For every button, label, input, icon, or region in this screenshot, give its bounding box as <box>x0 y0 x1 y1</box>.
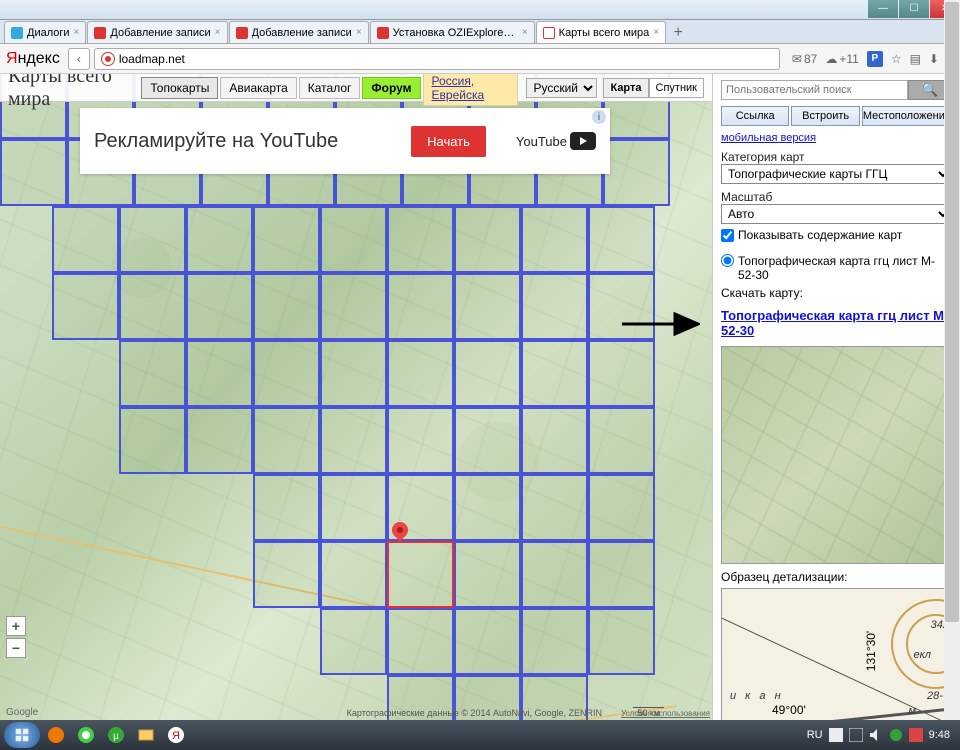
browser-tab[interactable]: Диалоги× <box>4 21 86 43</box>
ad-banner[interactable]: i Рекламируйте на YouTube Начать YouTube <box>80 108 610 174</box>
browser-tab[interactable]: Добавление записи× <box>87 21 227 43</box>
nav-region[interactable]: Россия, Еврейска <box>423 74 519 106</box>
tab-close-icon[interactable]: × <box>522 27 528 38</box>
windows-taskbar: µ Я RU 9:48 <box>0 720 960 750</box>
language-select[interactable]: Русский <box>526 78 597 98</box>
window-titlebar: — ☐ ✕ <box>0 0 960 20</box>
window-minimize-button[interactable]: — <box>868 0 898 18</box>
map-viewport[interactable]: Карты всего мира Топокарты Авиакарта Кат… <box>0 74 712 720</box>
download-link[interactable]: Топографическая карта ггц лист M-52-30 <box>721 308 952 338</box>
youtube-icon <box>570 132 596 150</box>
tab-close-icon[interactable]: × <box>356 27 362 38</box>
url-text: loadmap.net <box>119 52 185 66</box>
nav-forum[interactable]: Форум <box>362 77 420 99</box>
ad-headline: Рекламируйте на YouTube <box>94 130 411 153</box>
google-search-input[interactable] <box>721 80 908 100</box>
download-icon[interactable]: ⬇ <box>929 52 939 66</box>
tab-close-icon[interactable]: × <box>653 27 659 38</box>
new-tab-button[interactable]: + <box>667 23 689 43</box>
map-credit: Google <box>6 707 38 718</box>
tray-flag-icon[interactable] <box>829 728 843 742</box>
tab-favicon <box>94 27 106 39</box>
star-icon[interactable]: ☆ <box>891 52 902 66</box>
start-button[interactable] <box>4 722 40 748</box>
svg-text:Я: Я <box>172 730 180 742</box>
tray-action-icon[interactable] <box>889 728 903 742</box>
youtube-logo: YouTube <box>516 132 596 150</box>
zoom-out-button[interactable]: − <box>6 638 26 658</box>
browser-tab-active[interactable]: Карты всего мира× <box>536 21 666 43</box>
map-marker-icon[interactable] <box>392 522 408 544</box>
tray-app-icon[interactable] <box>909 728 923 742</box>
taskbar-yandex-icon[interactable]: Я <box>162 723 190 747</box>
tab-favicon <box>377 27 389 39</box>
nav-aviamap[interactable]: Авиакарта <box>220 77 296 99</box>
action-link-button[interactable]: Ссылка <box>721 106 789 126</box>
ad-info-icon[interactable]: i <box>592 110 606 124</box>
browser-tabstrip: Диалоги× Добавление записи× Добавление з… <box>0 20 960 44</box>
map-thumbnail[interactable] <box>721 346 952 564</box>
window-maximize-button[interactable]: ☐ <box>899 0 929 18</box>
map-grid-overlay <box>0 102 712 720</box>
bookmark-folder-icon[interactable]: ▤ <box>910 52 921 66</box>
tab-close-icon[interactable]: × <box>74 27 80 38</box>
browser-toolbar: Яндекс ‹ loadmap.net ✉ 87 ☁ +11 P ☆ ▤ ⬇ … <box>0 44 960 74</box>
scale-label: Масштаб <box>721 190 952 204</box>
site-title: Карты всего мира <box>8 74 127 111</box>
tray-language[interactable]: RU <box>807 729 823 741</box>
tray-volume-icon[interactable] <box>869 728 883 742</box>
tab-favicon <box>236 27 248 39</box>
site-navbar: Карты всего мира Топокарты Авиакарта Кат… <box>0 74 712 102</box>
taskbar-firefox-icon[interactable] <box>42 723 70 747</box>
show-content-checkbox[interactable]: Показывать содержание карт <box>721 228 952 242</box>
maptype-satellite[interactable]: Спутник <box>649 78 704 98</box>
browser-tab[interactable]: Добавление записи× <box>229 21 369 43</box>
tray-network-icon[interactable] <box>849 728 863 742</box>
action-location-button[interactable]: Местоположение <box>862 106 952 126</box>
address-bar[interactable]: loadmap.net <box>94 48 780 70</box>
category-label: Категория карт <box>721 150 952 164</box>
taskbar-utorrent-icon[interactable]: µ <box>102 723 130 747</box>
map-selected-tile[interactable] <box>387 541 454 608</box>
tab-favicon <box>543 27 555 39</box>
taskbar-explorer-icon[interactable] <box>132 723 160 747</box>
tab-favicon <box>11 27 23 39</box>
map-terms-link[interactable]: Условия использования <box>621 709 710 718</box>
site-favicon <box>101 52 115 66</box>
zoom-controls: + − <box>6 616 26 660</box>
parking-icon[interactable]: P <box>867 51 883 67</box>
detail-sample-image: 49°00' 131°30' 342 екл и к а н Абрамовка… <box>721 588 952 720</box>
taskbar-chrome-icon[interactable] <box>72 723 100 747</box>
scale-select[interactable]: Авто <box>721 204 952 224</box>
zoom-in-button[interactable]: + <box>6 616 26 636</box>
scrollbar-thumb[interactable] <box>945 2 959 622</box>
mail-indicator[interactable]: ✉ 87 <box>792 52 817 66</box>
download-label: Скачать карту: <box>721 286 952 300</box>
tray-clock[interactable]: 9:48 <box>929 729 950 741</box>
map-sheet-radio[interactable]: Топографическая карта ггц лист M-52-30 <box>721 254 952 282</box>
sidebar: 🔍 Ссылка Встроить Местоположение мобильн… <box>712 74 960 720</box>
maptype-map[interactable]: Карта <box>603 78 648 98</box>
svg-text:µ: µ <box>113 731 119 742</box>
browser-tab[interactable]: Установка OZIExplorer от …× <box>370 21 535 43</box>
map-attribution: Картографические данные © 2014 AutoNavi,… <box>347 708 602 718</box>
annotation-arrow-icon <box>620 304 700 344</box>
ad-cta-button[interactable]: Начать <box>411 126 486 157</box>
weather-indicator[interactable]: ☁ +11 <box>825 52 858 66</box>
back-button[interactable]: ‹ <box>68 48 90 70</box>
page-scrollbar[interactable] <box>944 0 960 750</box>
category-select[interactable]: Топографические карты ГГЦ <box>721 164 952 184</box>
mobile-version-link[interactable]: мобильная версия <box>721 132 816 144</box>
action-embed-button[interactable]: Встроить <box>791 106 859 126</box>
nav-catalog[interactable]: Каталог <box>299 77 361 99</box>
yandex-logo[interactable]: Яндекс <box>6 50 60 68</box>
nav-topomaps[interactable]: Топокарты <box>141 77 218 99</box>
tab-close-icon[interactable]: × <box>215 27 221 38</box>
detail-label: Образец детализации: <box>721 570 952 584</box>
